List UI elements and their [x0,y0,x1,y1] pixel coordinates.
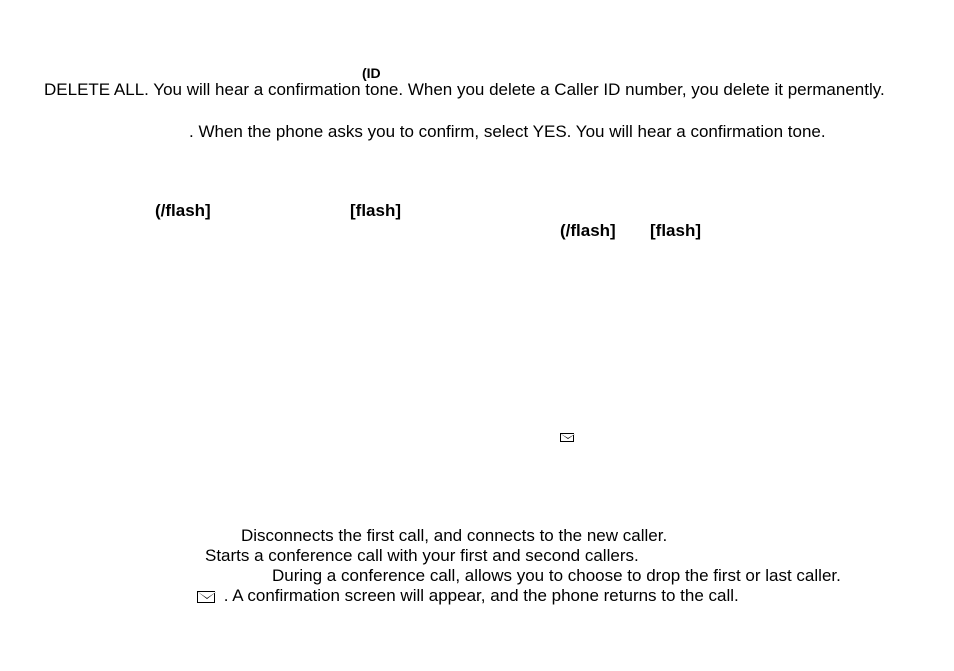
confirm-yes-text: . When the phone asks you to confirm, se… [189,122,826,142]
envelope-icon [197,591,215,603]
action-drop-caller-text: During a conference call, allows you to … [272,566,841,586]
voicemail-icon [560,427,574,447]
flash-key-label-2b: [flash] [650,221,701,241]
flash-key-label-1b: [flash] [350,201,401,221]
action-conference-start-text: Starts a conference call with your first… [205,546,639,566]
action-confirmation-text: . A confirmation screen will appear, and… [197,586,739,606]
document-page: (ID DELETE ALL. You will hear a confirma… [0,0,954,671]
action-disconnect-text: Disconnects the first call, and connects… [241,526,667,546]
flash-key-label-2a: (/flash] [560,221,616,241]
flash-key-label-1a: (/flash] [155,201,211,221]
delete-all-text: DELETE ALL. You will hear a confirmation… [44,80,885,100]
caller-id-icon: (ID [362,62,381,82]
confirmation-text-inner: . A confirmation screen will appear, and… [224,586,739,605]
